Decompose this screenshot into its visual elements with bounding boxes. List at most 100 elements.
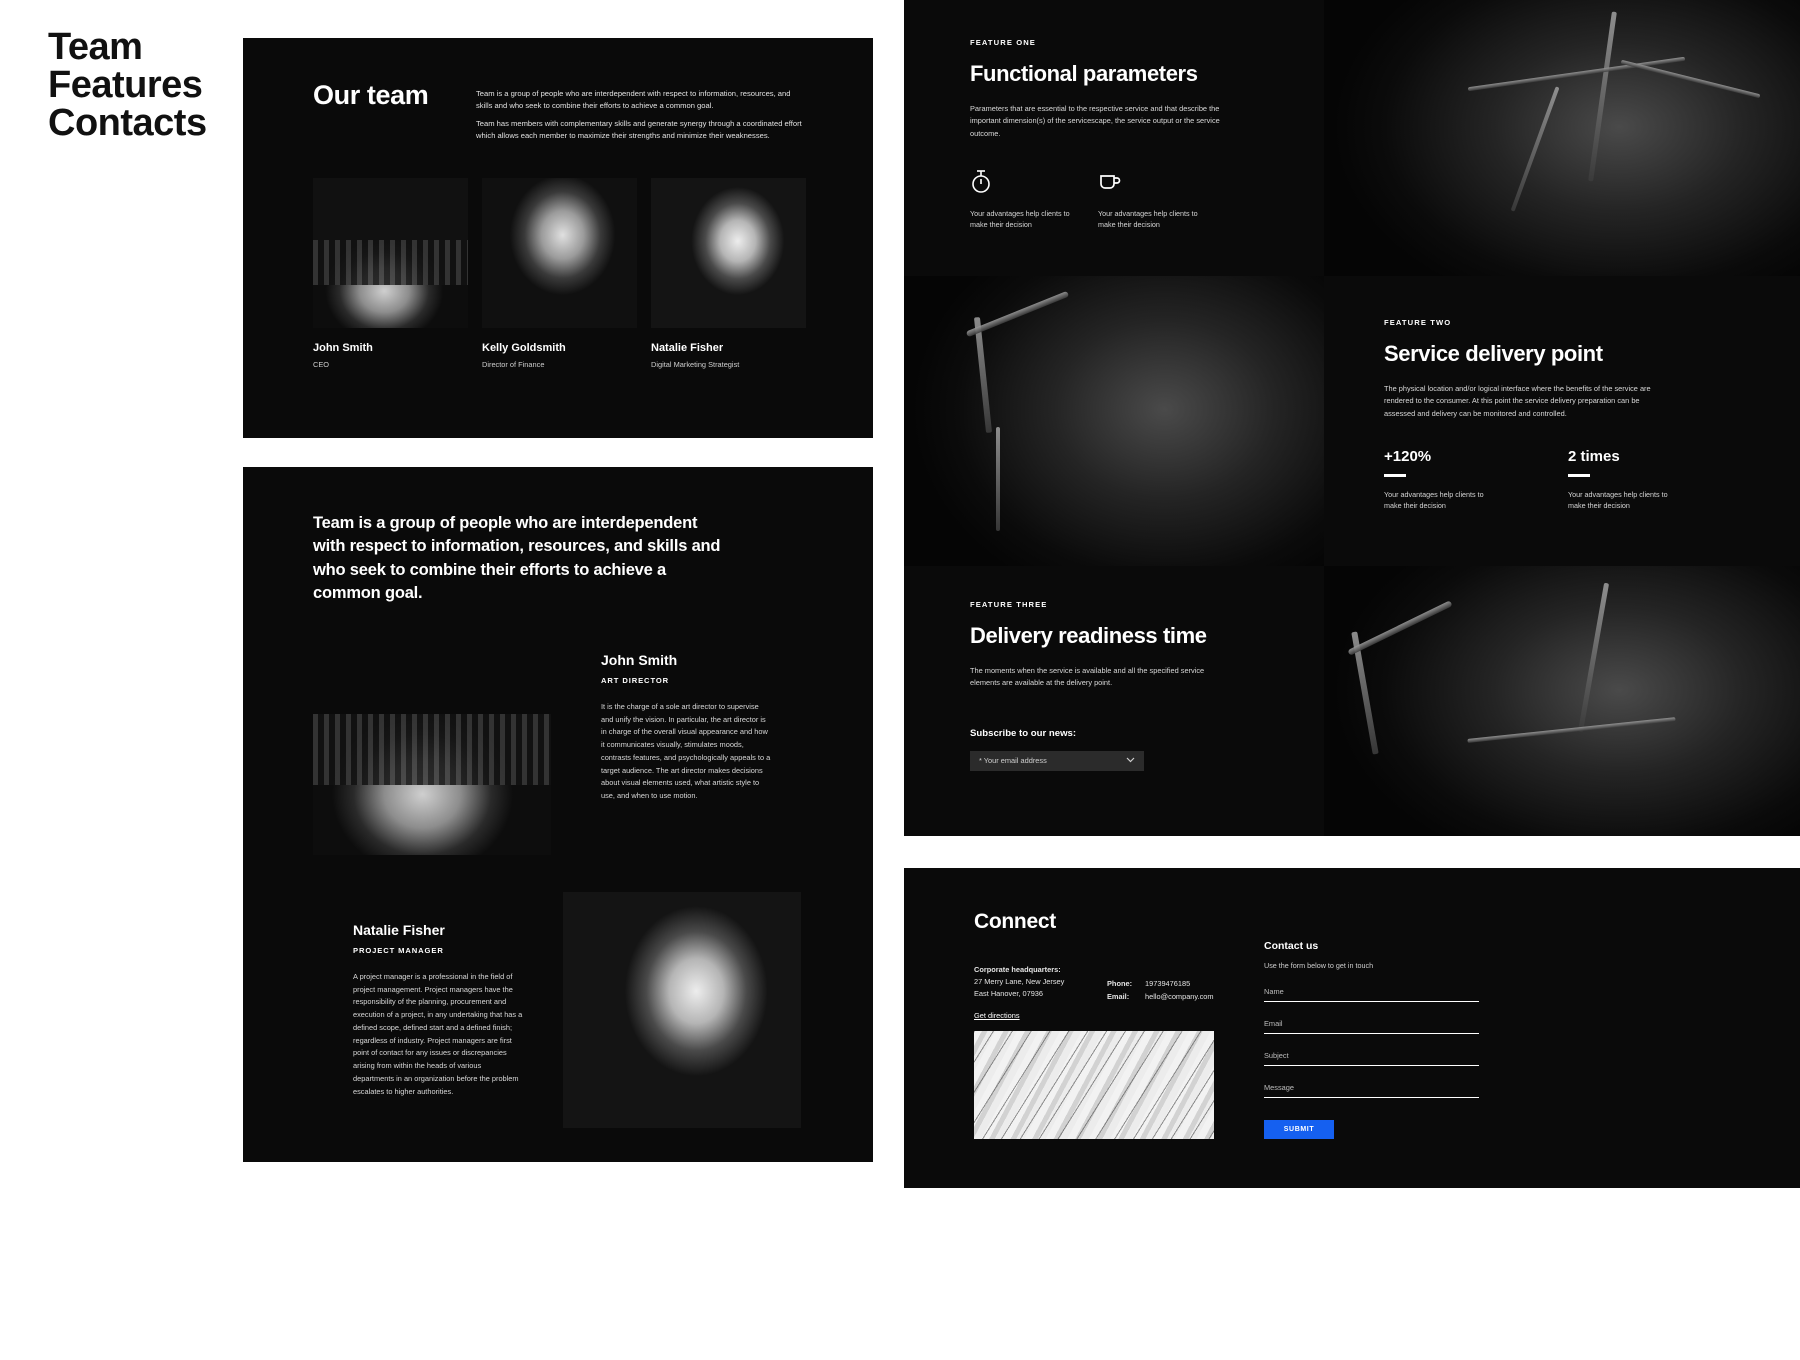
our-team-intro-p2: Team has members with complementary skil… — [476, 118, 802, 140]
connect-panel: Connect Corporate headquarters: 27 Merry… — [904, 868, 1800, 1188]
stat-item: 2 times Your advantages help clients to … — [1568, 448, 1668, 512]
member-role: CEO — [313, 360, 330, 369]
member-photo-natalie-fisher — [651, 178, 806, 328]
feature-one-icon-row: Your advantages help clients to make the… — [970, 164, 1284, 231]
stat-caption: Your advantages help clients to make the… — [1384, 489, 1484, 511]
bicycle-photo-handlebar — [904, 276, 1324, 566]
member-role: Director of Finance — [482, 360, 545, 369]
email-subscribe-placeholder: * Your email address — [979, 756, 1047, 766]
features-panel: FEATURE ONE Functional parameters Parame… — [904, 0, 1800, 836]
feature-two-stats: +120% Your advantages help clients to ma… — [1384, 448, 1744, 512]
bio-copy: It is the charge of a sole art director … — [601, 702, 771, 801]
bio-name: John Smith — [601, 652, 678, 668]
chevron-down-icon — [1126, 756, 1135, 765]
team-statement: Team is a group of people who are interd… — [313, 514, 721, 603]
name-field-label: Name — [1264, 987, 1284, 996]
subject-field-underline — [1264, 1065, 1479, 1066]
our-team-intro: Team is a group of people who are interd… — [476, 88, 806, 142]
bicycle-photo-side — [1324, 566, 1800, 836]
get-directions-link[interactable]: Get directions — [974, 1011, 1020, 1020]
bio-copy: A project manager is a professional in t… — [353, 972, 523, 1096]
bio-role: PROJECT MANAGER — [353, 946, 444, 955]
message-field-label: Message — [1264, 1083, 1294, 1092]
bio-photo-john-smith — [313, 619, 551, 855]
page-root: Team Features Contacts Our team Team is … — [0, 0, 1800, 1360]
our-team-header: Our team — [313, 80, 429, 111]
feature-two-block: FEATURE TWO Service delivery point The p… — [1324, 276, 1800, 566]
stat-caption: Your advantages help clients to make the… — [1568, 489, 1668, 511]
bio-role: ART DIRECTOR — [601, 676, 670, 685]
member-name: Natalie Fisher — [651, 342, 724, 354]
contact-details: Phone: 19739476185 Email: hello@company.… — [1107, 978, 1214, 1003]
feature-one-block: FEATURE ONE Functional parameters Parame… — [904, 0, 1324, 276]
feature-one-kicker: FEATURE ONE — [970, 38, 1036, 47]
feature-three-kicker: FEATURE THREE — [970, 600, 1048, 609]
subject-field-label: Subject — [1264, 1051, 1289, 1060]
feature-three-block: FEATURE THREE Delivery readiness time Th… — [904, 566, 1324, 836]
stat-rule — [1568, 473, 1590, 477]
feature-two-title: Service delivery point — [1384, 341, 1603, 366]
stat-value: 2 times — [1568, 447, 1620, 465]
member-name: Kelly Goldsmith — [482, 342, 566, 354]
contact-form: Contact us Use the form below to get in … — [1264, 940, 1479, 1139]
email-field-label: Email — [1264, 1019, 1283, 1028]
feature-one-item-caption: Your advantages help clients to make the… — [1098, 208, 1198, 230]
coffee-cup-icon — [1098, 164, 1206, 194]
feature-two-kicker: FEATURE TWO — [1384, 318, 1452, 327]
address-line-1: 27 Merry Lane, New Jersey — [974, 976, 1065, 986]
stopwatch-icon — [970, 164, 1078, 194]
phone-row: Phone: 19739476185 — [1107, 978, 1214, 991]
our-team-heading: Our team — [313, 80, 429, 110]
phone-value[interactable]: 19739476185 — [1145, 978, 1190, 991]
contact-form-subtitle: Use the form below to get in touch — [1264, 961, 1374, 970]
stat-value: +120% — [1384, 447, 1432, 465]
feature-one-title: Functional parameters — [970, 61, 1198, 86]
feature-one-item-caption: Your advantages help clients to make the… — [970, 208, 1070, 230]
feature-three-title: Delivery readiness time — [970, 623, 1207, 648]
email-field-underline — [1264, 1033, 1479, 1034]
our-team-panel: Our team Team is a group of people who a… — [243, 38, 873, 438]
bio-name: Natalie Fisher — [353, 922, 445, 938]
feature-three-copy: The moments when the service is availabl… — [970, 665, 1205, 688]
email-field[interactable]: Email — [1264, 1019, 1479, 1034]
member-role: Digital Marketing Strategist — [651, 360, 740, 369]
team-member-card[interactable]: Natalie Fisher Digital Marketing Strateg… — [651, 178, 806, 369]
email-subscribe-select[interactable]: * Your email address — [970, 750, 1144, 771]
member-photo-john-smith — [313, 178, 468, 328]
submit-button[interactable]: SUBMIT — [1264, 1120, 1334, 1139]
phone-label: Phone: — [1107, 979, 1133, 988]
message-field[interactable]: Message — [1264, 1083, 1479, 1098]
connect-heading: Connect — [974, 910, 1056, 933]
message-field-underline — [1264, 1097, 1479, 1098]
our-team-intro-p1: Team is a group of people who are interd… — [476, 89, 791, 111]
subscribe-label: Subscribe to our news: — [970, 727, 1077, 739]
email-value[interactable]: hello@company.com — [1145, 991, 1214, 1004]
stat-item: +120% Your advantages help clients to ma… — [1384, 448, 1484, 512]
team-member-grid: John Smith CEO Kelly Goldsmith Director … — [313, 178, 806, 369]
team-member-card[interactable]: John Smith CEO — [313, 178, 468, 369]
feature-one-copy: Parameters that are essential to the res… — [970, 103, 1220, 138]
email-label: Email: — [1107, 991, 1130, 1001]
subject-field[interactable]: Subject — [1264, 1051, 1479, 1066]
address-label: Corporate headquarters: — [974, 965, 1061, 974]
address-line-2: East Hanover, 07936 — [974, 988, 1044, 998]
feature-two-copy: The physical location and/or logical int… — [1384, 383, 1651, 418]
email-row: Email: hello@company.com — [1107, 991, 1214, 1004]
name-field[interactable]: Name — [1264, 987, 1479, 1002]
feature-one-item: Your advantages help clients to make the… — [970, 164, 1078, 231]
corporate-address: Corporate headquarters: 27 Merry Lane, N… — [974, 964, 1064, 1000]
bio-block-john-smith: John Smith ART DIRECTOR It is the charge… — [601, 652, 771, 803]
name-field-underline — [1264, 1001, 1479, 1002]
bicycle-photo-frame — [1324, 0, 1800, 276]
map-image[interactable] — [974, 1031, 1214, 1139]
stat-rule — [1384, 473, 1406, 477]
member-name: John Smith — [313, 342, 373, 354]
contact-form-title: Contact us — [1264, 940, 1319, 952]
bios-panel: Team is a group of people who are interd… — [243, 467, 873, 1162]
team-member-card[interactable]: Kelly Goldsmith Director of Finance — [482, 178, 637, 369]
feature-one-item: Your advantages help clients to make the… — [1098, 164, 1206, 231]
member-photo-kelly-goldsmith — [482, 178, 637, 328]
bio-block-natalie-fisher: Natalie Fisher PROJECT MANAGER A project… — [353, 922, 523, 1098]
bio-photo-natalie-fisher — [563, 892, 801, 1128]
page-title: Team Features Contacts — [48, 26, 207, 144]
